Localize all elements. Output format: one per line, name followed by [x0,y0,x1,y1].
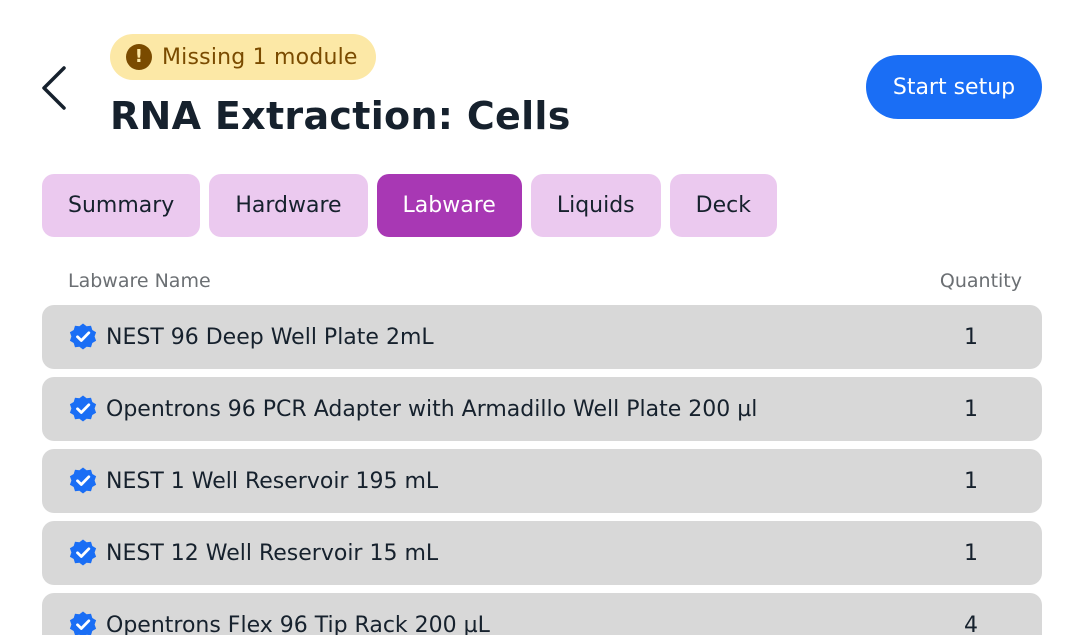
labware-name: Opentrons 96 PCR Adapter with Armadillo … [106,396,758,422]
labware-quantity: 1 [964,468,978,494]
labware-row[interactable]: Opentrons Flex 96 Tip Rack 200 µL 4 [42,593,1042,635]
tab-liquids[interactable]: Liquids [530,174,661,237]
labware-quantity: 1 [964,324,978,350]
labware-name: Opentrons Flex 96 Tip Rack 200 µL [106,612,490,635]
verified-check-icon [68,538,98,568]
missing-module-chip[interactable]: ! Missing 1 module [110,34,376,80]
chevron-left-icon [42,66,66,110]
column-header-quantity: Quantity [939,270,1022,292]
back-button[interactable] [30,58,80,118]
labware-quantity: 1 [964,540,978,566]
status-chip-label: Missing 1 module [162,44,358,70]
labware-name: NEST 96 Deep Well Plate 2mL [106,324,434,350]
labware-list: NEST 96 Deep Well Plate 2mL 1 Opentrons 96… [42,305,1042,635]
labware-quantity: 4 [964,612,978,635]
tab-deck[interactable]: Deck [669,174,777,237]
labware-name: NEST 1 Well Reservoir 195 mL [106,468,439,494]
page-title: RNA Extraction: Cells [110,94,571,138]
labware-name: NEST 12 Well Reservoir 15 mL [106,540,439,566]
tab-bar: Summary Hardware Labware Liquids Deck [42,174,777,237]
verified-check-icon [68,394,98,424]
table-header: Labware Name Quantity [42,270,1042,298]
protocol-setup-page: ! Missing 1 module RNA Extraction: Cells… [0,0,1084,635]
tab-labware[interactable]: Labware [376,174,522,237]
labware-row[interactable]: NEST 12 Well Reservoir 15 mL 1 [42,521,1042,585]
labware-row[interactable]: Opentrons 96 PCR Adapter with Armadillo … [42,377,1042,441]
labware-row[interactable]: NEST 96 Deep Well Plate 2mL 1 [42,305,1042,369]
verified-check-icon [68,466,98,496]
verified-check-icon [68,610,98,635]
start-setup-button[interactable]: Start setup [866,55,1042,119]
alert-circle-icon: ! [126,44,152,70]
labware-quantity: 1 [964,396,978,422]
verified-check-icon [68,322,98,352]
tab-summary[interactable]: Summary [42,174,201,237]
labware-row[interactable]: NEST 1 Well Reservoir 195 mL 1 [42,449,1042,513]
column-header-labware-name: Labware Name [68,270,211,292]
tab-hardware[interactable]: Hardware [209,174,368,237]
